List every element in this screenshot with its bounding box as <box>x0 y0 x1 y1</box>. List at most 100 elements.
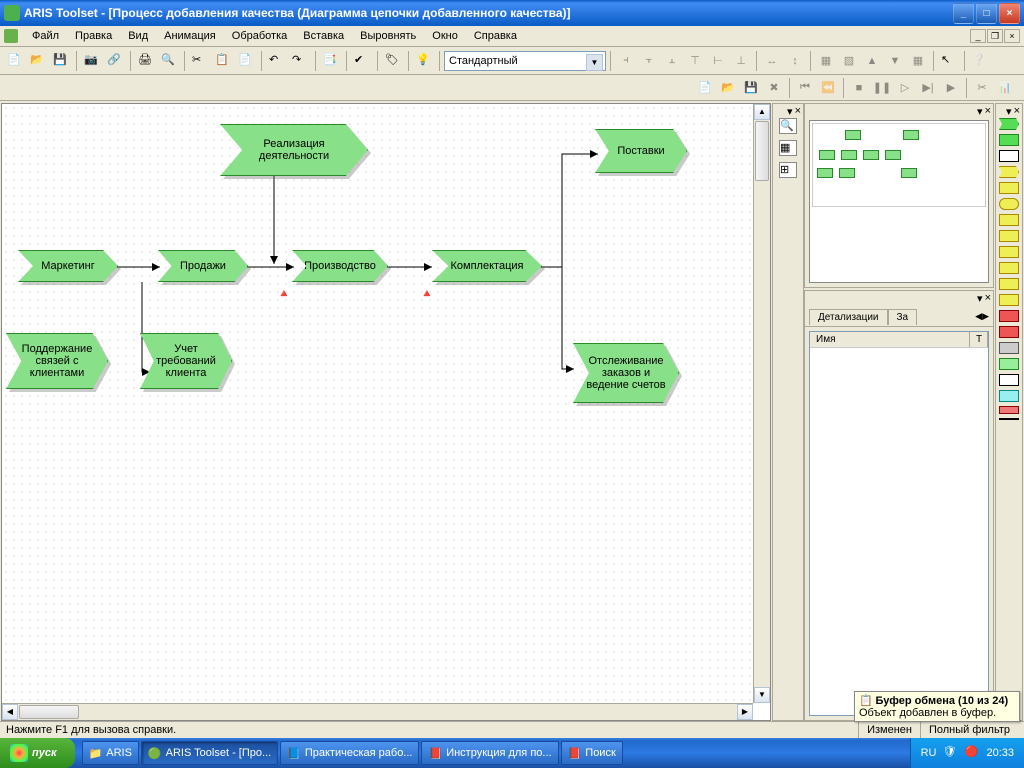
menu-file[interactable]: Файл <box>24 28 67 44</box>
anim-play-button[interactable]: ▷ <box>894 77 916 99</box>
link-button[interactable]: 🔗 <box>104 50 126 72</box>
node-production[interactable]: Производство <box>292 250 388 282</box>
task-word[interactable]: 📘Практическая рабо... <box>280 741 419 765</box>
tab-more[interactable]: За <box>888 309 918 325</box>
tool-expand-button[interactable]: ⊞ <box>779 162 797 178</box>
properties-button[interactable]: 📑 <box>320 50 342 72</box>
group-button[interactable]: ▦ <box>815 50 837 72</box>
side-close-button[interactable]: × <box>795 105 801 117</box>
anim-step-button[interactable]: ▶| <box>917 77 939 99</box>
align-top-button[interactable]: ⊤ <box>684 50 706 72</box>
help-button[interactable]: ❔ <box>969 50 991 72</box>
clock[interactable]: 20:33 <box>986 747 1014 759</box>
paste-button[interactable]: 📄 <box>235 50 257 72</box>
minimap-canvas[interactable] <box>809 120 989 283</box>
align-left-button[interactable]: ⫞ <box>615 50 637 72</box>
tab-scroll-left[interactable]: ◀ <box>975 311 982 322</box>
anim-cut-button[interactable]: ✂ <box>971 77 993 99</box>
dist-v-button[interactable]: ↕ <box>784 50 806 72</box>
front-button[interactable]: ▲ <box>861 50 883 72</box>
tray-shield-icon[interactable]: 🛡 <box>942 745 958 761</box>
tab-scroll-right[interactable]: ▶ <box>982 311 989 322</box>
scroll-thumb[interactable] <box>755 121 769 181</box>
shape-gray[interactable] <box>999 342 1019 354</box>
anim-back-button[interactable]: ⏪ <box>817 77 839 99</box>
tab-details[interactable]: Детализации <box>809 309 888 325</box>
scroll-left-button[interactable]: ◀ <box>2 704 18 720</box>
menu-edit[interactable]: Правка <box>67 28 120 44</box>
node-sales[interactable]: Продажи <box>158 250 248 282</box>
cut-button[interactable]: ✂ <box>189 50 211 72</box>
minimize-button[interactable]: _ <box>953 3 974 24</box>
flag-button[interactable]: 🏷 <box>382 50 404 72</box>
new-button[interactable]: 📄 <box>4 50 26 72</box>
col-type[interactable]: Т <box>970 332 988 347</box>
col-name[interactable]: Имя <box>810 332 970 347</box>
select-button[interactable]: ↖ <box>938 50 960 72</box>
assignment-icon[interactable]: 🔺 <box>420 287 432 299</box>
align-bottom-button[interactable]: ⊥ <box>730 50 752 72</box>
style-combo[interactable]: Стандартный <box>444 51 606 71</box>
copy-button[interactable]: 📋 <box>212 50 234 72</box>
shape-yellow2[interactable] <box>999 198 1019 210</box>
horizontal-scrollbar[interactable]: ◀ ▶ <box>2 703 753 720</box>
anim-open-button[interactable]: 📂 <box>717 77 739 99</box>
shape-yellow[interactable] <box>999 182 1019 194</box>
align-center-button[interactable]: ⫟ <box>638 50 660 72</box>
props-close-button[interactable]: × <box>985 292 991 304</box>
align-right-button[interactable]: ⫠ <box>661 50 683 72</box>
redo-button[interactable]: ↷ <box>289 50 311 72</box>
menu-view[interactable]: Вид <box>120 28 156 44</box>
shape-red3[interactable] <box>999 406 1019 414</box>
check-button[interactable]: ✔ <box>351 50 373 72</box>
close-button[interactable]: × <box>999 3 1020 24</box>
shape-yellow6[interactable] <box>999 262 1019 274</box>
grid-button[interactable]: ▦ <box>907 50 929 72</box>
assignment-icon[interactable]: 🔺 <box>277 287 289 299</box>
properties-list[interactable]: Имя Т <box>809 331 989 716</box>
print-button[interactable]: 🖨 <box>135 50 157 72</box>
clipboard-notification[interactable]: 📋 Буфер обмена (10 из 24) Объект добавле… <box>854 691 1020 722</box>
record-button[interactable]: 📷 <box>81 50 103 72</box>
anim-stat-button[interactable]: 📊 <box>994 77 1016 99</box>
scroll-up-button[interactable]: ▲ <box>754 104 770 120</box>
node-completion[interactable]: Комплектация <box>432 250 542 282</box>
node-marketing[interactable]: Маркетинг <box>18 250 118 282</box>
menu-process[interactable]: Обработка <box>224 28 295 44</box>
scroll-down-button[interactable]: ▼ <box>754 687 770 703</box>
bulb-button[interactable]: 💡 <box>413 50 435 72</box>
start-button[interactable]: пуск <box>0 738 75 768</box>
shape-yellow7[interactable] <box>999 278 1019 290</box>
vertical-scrollbar[interactable]: ▲ ▼ <box>753 104 770 703</box>
node-client-requirements[interactable]: Учет требований клиента <box>140 333 232 389</box>
side-pin-button[interactable]: ▾ <box>787 105 793 118</box>
shape-line[interactable] <box>999 418 1019 420</box>
anim-doc-button[interactable]: 📄 <box>694 77 716 99</box>
anim-pause-button[interactable]: ❚❚ <box>871 77 893 99</box>
diagram-canvas[interactable]: Реализация деятельности Поставки Маркети… <box>2 104 753 703</box>
task-pdf2[interactable]: 📕Поиск <box>561 741 623 765</box>
node-realization[interactable]: Реализация деятельности <box>220 124 368 176</box>
node-order-tracking[interactable]: Отслеживание заказов и ведение счетов <box>573 343 679 403</box>
node-client-relations[interactable]: Поддержание связей с клиентами <box>6 333 108 389</box>
shape-white[interactable] <box>999 150 1019 162</box>
mdi-close-button[interactable]: × <box>1004 29 1020 43</box>
shape-yellow-chev[interactable] <box>999 166 1019 178</box>
task-pdf1[interactable]: 📕Инструкция для по... <box>421 741 558 765</box>
menu-align[interactable]: Выровнять <box>352 28 424 44</box>
palette-pin-button[interactable]: ▾ <box>1006 105 1012 118</box>
minimap-pin-button[interactable]: ▾ <box>977 105 983 118</box>
ungroup-button[interactable]: ▧ <box>838 50 860 72</box>
node-supply[interactable]: Поставки <box>595 129 687 173</box>
maximize-button[interactable]: □ <box>976 3 997 24</box>
preview-button[interactable]: 🔍 <box>158 50 180 72</box>
shape-yellow8[interactable] <box>999 294 1019 306</box>
task-aris-folder[interactable]: 📁ARIS <box>82 741 139 765</box>
align-middle-button[interactable]: ⊢ <box>707 50 729 72</box>
lang-indicator[interactable]: RU <box>921 747 937 759</box>
menu-animation[interactable]: Анимация <box>156 28 224 44</box>
palette-close-button[interactable]: × <box>1014 105 1020 117</box>
tool-grid-button[interactable]: ▦ <box>779 140 797 156</box>
shape-yellow5[interactable] <box>999 246 1019 258</box>
undo-button[interactable]: ↶ <box>266 50 288 72</box>
